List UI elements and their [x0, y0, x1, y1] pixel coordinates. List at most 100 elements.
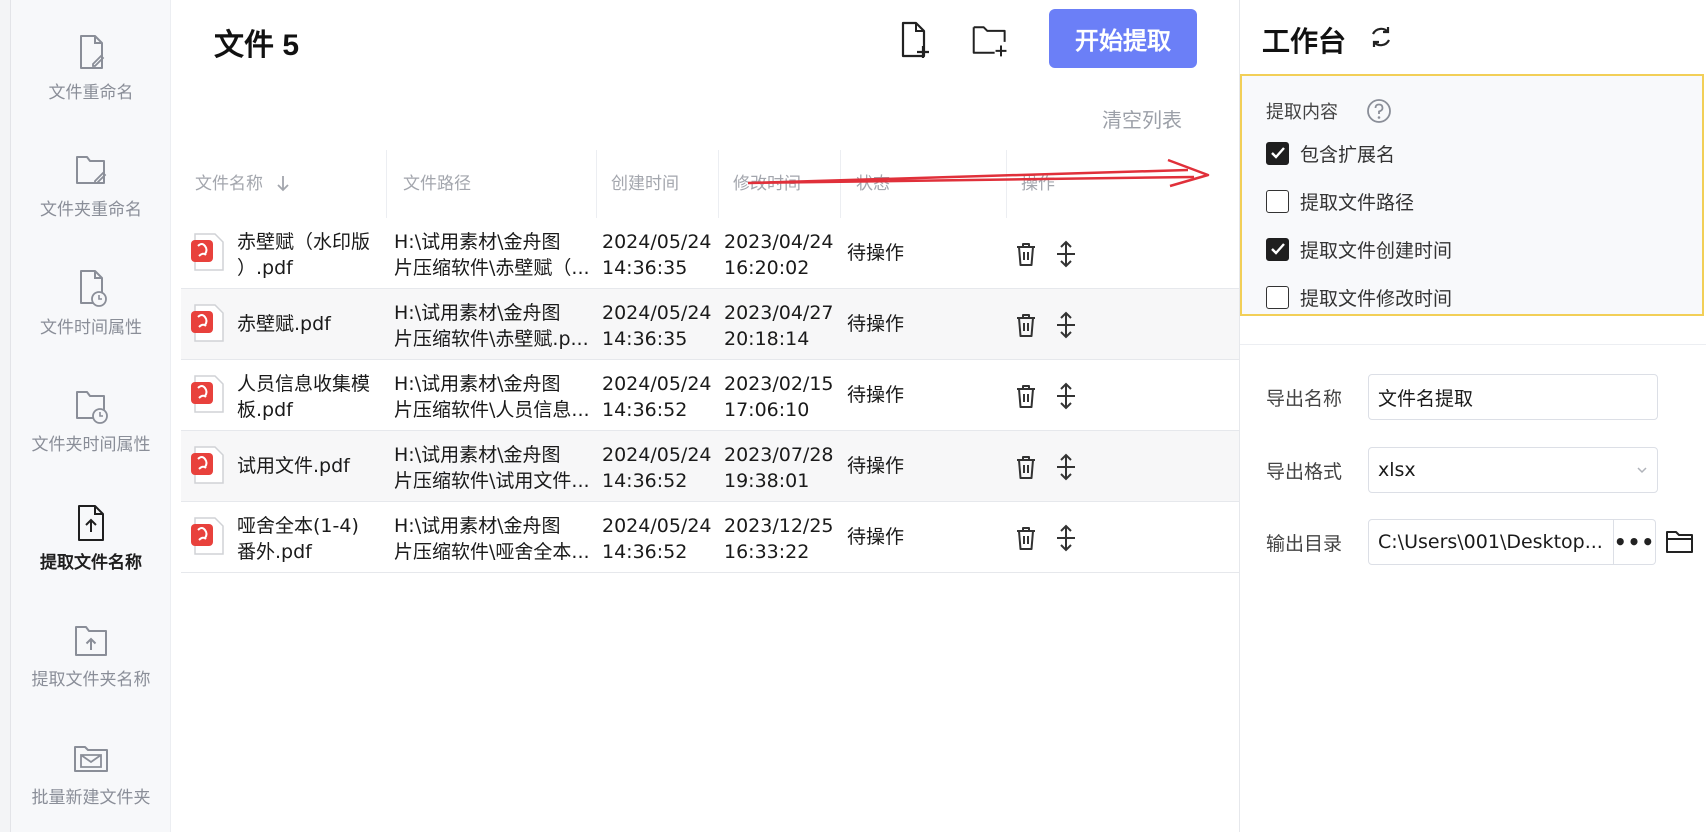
modified-time-cell: 2023/04/27 20:18:14 [724, 302, 834, 350]
table-row[interactable]: 试用文件.pdf H:\试用素材\金舟图 片压缩软件\试用文件... 2024/… [181, 431, 1239, 502]
panel-title: 工作台 [1262, 25, 1347, 58]
column-header-status: 状态 [856, 174, 890, 194]
checkbox-unchecked[interactable] [1266, 285, 1289, 309]
table-header: 文件名称 文件路径 创建时间 修改时间 状态 操作 [181, 150, 1239, 218]
sidebar-item-extract-folder-name[interactable]: 提取文件夹名称 [11, 587, 171, 697]
pdf-file-icon [191, 375, 224, 413]
column-divider [596, 150, 597, 218]
sidebar-item-extract-file-name[interactable]: 提取文件名称 [11, 470, 171, 580]
status-cell: 待操作 [847, 455, 905, 477]
created-time-cell: 2024/05/24 14:36:52 [602, 373, 712, 421]
file-name-cell: 人员信息收集模 板.pdf [237, 373, 371, 421]
file-edit-icon [80, 35, 105, 69]
column-header-modified: 修改时间 [733, 174, 801, 194]
start-extract-button[interactable]: 开始提取 [1049, 9, 1197, 68]
folder-clock-icon [76, 391, 108, 424]
checkbox-checked[interactable] [1266, 141, 1289, 165]
export-name-row: 导出名称 文件名提取 [1266, 374, 1658, 420]
browse-more-button[interactable]: ••• [1614, 519, 1656, 565]
trash-icon[interactable] [1013, 311, 1039, 339]
trash-icon[interactable] [1013, 453, 1039, 481]
status-cell: 待操作 [847, 384, 905, 406]
trash-icon[interactable] [1013, 382, 1039, 410]
pdf-file-icon [191, 446, 224, 484]
export-name-input[interactable]: 文件名提取 [1368, 374, 1658, 420]
main-content: 文件 5 开始提取 清空列表 文件名称 文件路径 创建时间 修改时间 状态 操作… [172, 0, 1239, 832]
column-header-name[interactable]: 文件名称 [195, 170, 290, 198]
file-path-cell: H:\试用素材\金舟图 片压缩软件\赤壁赋（... [394, 231, 590, 279]
created-time-cell: 2024/05/24 14:36:52 [602, 515, 712, 563]
trash-icon[interactable] [1013, 524, 1039, 552]
file-name-cell: 赤壁赋（水印版 ）.pdf [237, 231, 371, 279]
option-extract-path[interactable]: 提取文件路径 [1266, 186, 1414, 216]
export-format-row: 导出格式 xlsx [1266, 447, 1658, 493]
move-handle-icon[interactable] [1053, 453, 1079, 481]
column-divider [386, 150, 387, 218]
sidebar-item-folder-time[interactable]: 文件夹时间属性 [11, 352, 171, 462]
option-include-extension[interactable]: 包含扩展名 [1266, 138, 1395, 168]
export-format-label: 导出格式 [1266, 460, 1343, 483]
checkbox-unchecked[interactable] [1266, 189, 1289, 213]
file-path-cell: H:\试用素材\金舟图 片压缩软件\试用文件... [394, 444, 590, 492]
sidebar-item-folder-rename[interactable]: 文件夹重命名 [11, 117, 171, 227]
checkbox-checked[interactable] [1266, 237, 1289, 261]
clear-list-button[interactable]: 清空列表 [1102, 104, 1182, 133]
table-row[interactable]: 赤壁赋.pdf H:\试用素材\金舟图 片压缩软件\赤壁赋.p... 2024/… [181, 289, 1239, 360]
modified-time-cell: 2023/12/25 16:33:22 [724, 515, 834, 563]
add-file-icon[interactable] [895, 20, 935, 60]
option-label: 提取文件路径 [1300, 191, 1415, 214]
table-row[interactable]: 哑舍全本(1-4) 番外.pdf H:\试用素材\金舟图 片压缩软件\哑舍全本.… [181, 502, 1239, 573]
pdf-file-icon [191, 304, 224, 342]
option-extract-created-time[interactable]: 提取文件创建时间 [1266, 234, 1452, 264]
extract-options-box: 提取内容 包含扩展名 提取文件路径 提取文件创建时间 提取文件修改时间 [1240, 74, 1704, 316]
table-row[interactable]: 人员信息收集模 板.pdf H:\试用素材\金舟图 片压缩软件\人员信息... … [181, 360, 1239, 431]
sidebar-item-label: 批量新建文件夹 [31, 788, 151, 808]
trash-icon[interactable] [1013, 240, 1039, 268]
sidebar-item-label: 文件夹时间属性 [31, 435, 151, 455]
export-format-select[interactable]: xlsx [1368, 447, 1658, 493]
file-path-cell: H:\试用素材\金舟图 片压缩软件\人员信息... [394, 373, 590, 421]
option-extract-modified-time[interactable]: 提取文件修改时间 [1266, 282, 1452, 312]
file-name-cell: 哑舍全本(1-4) 番外.pdf [237, 515, 359, 563]
status-cell: 待操作 [847, 313, 905, 335]
file-path-cell: H:\试用素材\金舟图 片压缩软件\哑舍全本... [394, 515, 590, 563]
sidebar-item-file-rename[interactable]: 文件重命名 [11, 0, 171, 110]
option-label: 提取文件创建时间 [1300, 239, 1453, 262]
extract-content-label: 提取内容 [1266, 102, 1338, 123]
column-divider [718, 150, 719, 218]
modified-time-cell: 2023/02/15 17:06:10 [724, 373, 834, 421]
folder-mail-icon [74, 746, 108, 772]
option-label: 提取文件修改时间 [1300, 287, 1453, 310]
output-dir-row: 输出目录 C:\Users\001\Desktop... ••• [1266, 519, 1696, 565]
column-divider [840, 150, 841, 218]
created-time-cell: 2024/05/24 14:36:35 [602, 231, 712, 279]
move-handle-icon[interactable] [1053, 382, 1079, 410]
page-title: 文件 5 [214, 29, 300, 62]
output-dir-input[interactable]: C:\Users\001\Desktop... [1368, 519, 1614, 565]
created-time-cell: 2024/05/24 14:36:35 [602, 302, 712, 350]
move-handle-icon[interactable] [1053, 524, 1079, 552]
status-cell: 待操作 [847, 242, 905, 264]
sidebar-item-label: 文件时间属性 [40, 318, 142, 338]
sidebar-item-label: 提取文件夹名称 [31, 670, 151, 690]
file-upload-icon [78, 505, 104, 541]
export-name-label: 导出名称 [1266, 387, 1343, 410]
sidebar-item-file-time[interactable]: 文件时间属性 [11, 235, 171, 345]
refresh-icon[interactable] [1368, 24, 1394, 50]
move-handle-icon[interactable] [1053, 240, 1079, 268]
sidebar: 文件重命名 文件夹重命名 文件时间属性 文件夹时间属性 提取文件名称 提取文件夹… [11, 0, 171, 832]
arrow-down-icon [277, 176, 290, 192]
move-handle-icon[interactable] [1053, 311, 1079, 339]
modified-time-cell: 2023/04/24 16:20:02 [724, 231, 834, 279]
open-folder-icon[interactable] [1664, 527, 1696, 557]
help-icon[interactable] [1366, 98, 1392, 124]
add-folder-icon[interactable] [971, 20, 1011, 60]
column-divider [1006, 150, 1007, 218]
app-window: 文件重命名 文件夹重命名 文件时间属性 文件夹时间属性 提取文件名称 提取文件夹… [10, 0, 1706, 832]
modified-time-cell: 2023/07/28 19:38:01 [724, 444, 834, 492]
table-row[interactable]: 赤壁赋（水印版 ）.pdf H:\试用素材\金舟图 片压缩软件\赤壁赋（... … [181, 218, 1239, 289]
export-format-value: xlsx [1378, 459, 1416, 481]
check-icon [1270, 147, 1285, 159]
sidebar-item-batch-new-folder[interactable]: 批量新建文件夹 [11, 705, 171, 815]
file-table: 文件名称 文件路径 创建时间 修改时间 状态 操作 赤壁赋（水印版 ）.pdf [181, 150, 1239, 573]
